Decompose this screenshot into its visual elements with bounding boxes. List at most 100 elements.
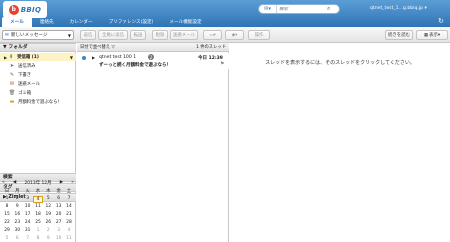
calendar-weekdays: 日 月 火 水 木 金 土 [2,188,74,194]
bbiq-logo[interactable]: b BBIQ [3,1,47,18]
app-header: b BBIQ ✉▾ ⌕ qtnet_test_1...g.bbiq.jp ▾ メ… [0,0,450,27]
expand-arrow-icon: ▶ [4,54,8,60]
calendar-day[interactable]: 11 [64,236,74,241]
folder-sent[interactable]: ➤ 送信済み [0,62,76,70]
calendar-day[interactable]: 24 [23,220,33,225]
calendar-day[interactable]: 4 [32,196,43,203]
calendar-day[interactable]: 16 [12,212,22,217]
calendar-day[interactable]: 6 [54,196,64,203]
calendar-week: 1234567 [2,196,74,203]
print-button[interactable]: ▭▾ [203,30,222,40]
folder-section-header[interactable]: ▼ フォルダ [0,43,76,52]
calendar-day[interactable]: 4 [64,228,74,233]
calendar-day[interactable]: 2 [12,196,22,203]
view-button[interactable]: ▦ 表示 ▾ [416,30,448,40]
folder-inbox[interactable]: ▶ ⬇ 受信箱 (1) ▼ [0,53,76,61]
calendar-day[interactable]: 8 [33,236,43,241]
reply-all-button[interactable]: 全員に返信 [98,30,128,40]
calendar-day[interactable]: 11 [33,204,43,209]
inbox-icon: ⬇ [8,54,14,60]
unread-dot-icon[interactable] [82,56,86,60]
calendar-day[interactable]: 12 [43,204,53,209]
calendar-day[interactable]: 1 [33,228,43,233]
calendar-day[interactable]: 8 [2,204,12,209]
chevron-down-icon[interactable]: ▼ [68,33,71,38]
calendar-day[interactable]: 3 [54,228,64,233]
calendar-day[interactable]: 5 [43,196,53,203]
calendar-day[interactable]: 9 [43,236,53,241]
flag-icon[interactable]: ⚑ [220,61,224,67]
calendar-day[interactable]: 5 [2,236,12,241]
tab-mail[interactable]: メール [2,17,32,27]
read-more-button[interactable]: 続きを読む [385,30,413,40]
calendar-day[interactable]: 18 [33,212,43,217]
logo-mark: b [8,4,19,15]
prev-year-icon[interactable]: « [2,180,5,185]
calendar-day[interactable]: 31 [23,228,33,233]
calendar-day[interactable]: 6 [12,236,22,241]
new-message-button[interactable]: ✉ 新しいメッセージ ▼ [2,30,74,40]
prev-month-icon[interactable]: ◀ [13,180,16,185]
user-name: qtnet_test_1...g.bbiq.jp [370,6,424,11]
weekday: 火 [25,189,30,194]
calendar-day[interactable]: 3 [23,196,33,203]
calendar-day[interactable]: 25 [33,220,43,225]
folder-label: ゴミ箱 [18,91,32,96]
calendar-day[interactable]: 10 [23,204,33,209]
weekday: 土 [66,189,72,194]
calendar-day[interactable]: 26 [43,220,53,225]
calendar-day[interactable]: 10 [54,236,64,241]
calendar-day[interactable]: 17 [23,212,33,217]
search-input[interactable] [277,6,327,12]
calendar-day[interactable]: 9 [12,204,22,209]
refresh-icon[interactable]: ↻ [438,17,444,25]
calendar-day[interactable]: 13 [54,204,64,209]
sent-icon: ➤ [9,63,15,69]
forward-button[interactable]: 転送 [130,30,146,40]
tab-calendar[interactable]: カレンダー [62,17,101,27]
search-type-select[interactable]: ✉▾ [259,5,277,13]
calendar-day[interactable]: 22 [2,220,12,225]
next-year-icon[interactable]: » [71,180,74,185]
reply-button[interactable]: 返信 [80,30,96,40]
next-month-icon[interactable]: ▶ [60,180,63,185]
folder-custom[interactable]: ▬ 月額料金で遊ぶなら！ [0,98,76,106]
calendar-day[interactable]: 15 [2,212,12,217]
calendar-day[interactable]: 28 [64,220,74,225]
tab-contacts[interactable]: 連絡先 [32,17,62,27]
calendar-day[interactable]: 29 [2,228,12,233]
folder-label: 送信済み [18,64,36,69]
calendar-day[interactable]: 2 [43,228,53,233]
delete-button[interactable]: 削除 [152,30,168,40]
user-account[interactable]: qtnet_test_1...g.bbiq.jp ▾ [370,6,427,11]
chevron-down-icon[interactable]: ▼ [70,55,73,60]
folder-trash[interactable]: 🗑 ゴミ箱 [0,89,76,97]
tag-button[interactable]: ◆▾ [225,30,244,40]
calendar-day[interactable]: 27 [54,220,64,225]
calendar-day[interactable]: 20 [54,212,64,217]
expand-arrow-icon[interactable]: ▶ [92,55,95,60]
calendar-day[interactable]: 19 [43,212,53,217]
view-label: 表示 [429,33,438,38]
calendar-day[interactable]: 1 [2,196,12,203]
search-icon[interactable]: ⌕ [327,5,330,13]
folder-junk[interactable]: ✉ 迷惑メール [0,80,76,88]
printer-icon: ▭▾ [209,32,216,38]
calendar-month[interactable]: 2013年 12月 [25,180,52,186]
junk-button[interactable]: 迷惑メール [170,30,198,40]
sort-select[interactable]: 日付で並べ替え ▽ [80,44,115,50]
calendar-day[interactable]: 21 [64,212,74,217]
tab-preferences[interactable]: プリファレンス(設定) [101,17,162,27]
trash-icon: 🗑 [8,90,16,96]
calendar-day[interactable]: 7 [64,196,74,203]
calendar-day[interactable]: 14 [64,204,74,209]
tab-mail-settings[interactable]: メール機能設定 [161,17,209,27]
message-row[interactable]: ▶ qtnet test 100 1 2 今日 12:39 ずーっと続く月額料金… [77,53,229,69]
more-actions-button[interactable]: 操作 [248,30,270,40]
calendar-day[interactable]: 30 [12,228,22,233]
calendar-day[interactable]: 7 [23,236,33,241]
calendar-day[interactable]: 23 [12,220,22,225]
folder-drafts[interactable]: ✎ 下書き [0,71,76,79]
folder-label: 下書き [18,73,32,78]
drafts-icon: ✎ [9,72,15,78]
